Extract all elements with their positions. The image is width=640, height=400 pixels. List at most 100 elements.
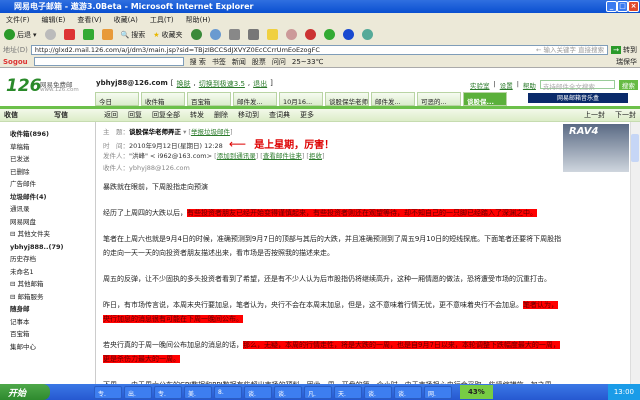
skin-link[interactable]: 换肤 xyxy=(177,79,191,89)
tab-item[interactable]: 邮件发... xyxy=(233,92,277,106)
action-button[interactable]: 写信 xyxy=(54,110,94,120)
note-icon[interactable] xyxy=(266,29,278,40)
forward-icon[interactable] xyxy=(44,29,56,40)
reject-link[interactable]: 拒收 xyxy=(309,152,322,160)
mail-logo[interactable]: 126 xyxy=(6,76,42,96)
stocks-button[interactable]: 股票 xyxy=(252,57,266,67)
taskbar-item[interactable]: 谈. xyxy=(244,385,272,399)
tab-item[interactable]: 今日 xyxy=(95,92,139,106)
car-ad[interactable]: RAV4 xyxy=(563,124,629,172)
tab-item[interactable]: 谈股保华老师... xyxy=(325,92,369,106)
search-button[interactable]: 🔍 搜索 xyxy=(121,30,146,40)
address-input[interactable]: http://glxd2.mail.126.com/a/j/dm3/main.j… xyxy=(30,45,609,55)
menu-item[interactable]: 编辑(E) xyxy=(42,15,66,24)
tab-item[interactable]: 10月16... xyxy=(279,92,323,106)
taskbar-item[interactable]: 8. xyxy=(214,385,242,399)
sidebar-item[interactable]: 随身邮 xyxy=(10,303,95,316)
back-button[interactable]: 后退 ▾ xyxy=(4,29,37,40)
sidebar-item[interactable]: 网易网盘 xyxy=(10,216,95,229)
refresh-icon[interactable] xyxy=(82,29,94,40)
taskbar-item[interactable]: 专. xyxy=(154,385,182,399)
taskbar-item[interactable]: 天. xyxy=(334,385,362,399)
tab-item[interactable]: 收件箱 xyxy=(141,92,185,106)
plugin-icon[interactable] xyxy=(304,29,316,40)
sidebar-item[interactable]: 记事本 xyxy=(10,316,95,329)
stop-icon[interactable] xyxy=(63,29,75,40)
sidebar-item[interactable]: 草稿箱 xyxy=(10,141,95,154)
view-history-link[interactable]: 查看邮件往来 xyxy=(263,152,302,160)
tab-item[interactable]: 可恶的... xyxy=(417,92,461,106)
sidebar-item[interactable]: 历史存档 xyxy=(10,253,95,266)
start-button[interactable]: 开始 xyxy=(0,384,50,400)
bookmarks-button[interactable]: 书签 xyxy=(212,57,226,67)
taskbar-item[interactable]: 网. xyxy=(424,385,452,399)
taskbar-item[interactable]: 谈. xyxy=(364,385,392,399)
sidebar-item[interactable]: 垃圾邮件(4) xyxy=(10,191,95,204)
sidebar-item[interactable]: ybhyj888..(79) xyxy=(10,241,95,254)
menu-item[interactable]: 收藏(A) xyxy=(114,15,138,24)
music-box[interactable]: 网易邮箱音乐盒 xyxy=(528,93,628,103)
messenger-icon[interactable] xyxy=(361,29,373,40)
bluetooth-icon[interactable] xyxy=(342,29,354,40)
ask-button[interactable]: 问问 xyxy=(272,57,286,67)
home-icon[interactable] xyxy=(101,29,113,40)
favorites-button[interactable]: ★ 收藏夹 xyxy=(153,30,182,40)
research-icon[interactable] xyxy=(285,29,297,40)
lab-link[interactable]: 实验室 xyxy=(470,80,490,90)
sidebar-item[interactable]: 百宝箱 xyxy=(10,328,95,341)
tab-item[interactable]: 百宝箱 xyxy=(187,92,231,106)
settings-link[interactable]: 设置 xyxy=(500,80,513,90)
taskbar-item[interactable]: 谈. xyxy=(394,385,422,399)
menu-item[interactable]: 帮助(H) xyxy=(186,15,211,24)
go-button[interactable]: → 转到 xyxy=(611,45,637,55)
menu-item[interactable]: 工具(T) xyxy=(150,15,174,24)
logout-link[interactable]: 退出 xyxy=(253,79,267,89)
sidebar-item[interactable]: 已删除 xyxy=(10,166,95,179)
action-button[interactable]: 回复 xyxy=(128,110,142,120)
action-button[interactable]: 返回 xyxy=(104,110,118,120)
maximize-button[interactable]: □ xyxy=(617,1,628,12)
taskbar-item[interactable]: 专. xyxy=(94,385,122,399)
action-button[interactable]: 回复全部 xyxy=(152,110,180,120)
mail-search-button[interactable]: 搜索 xyxy=(618,80,638,90)
action-button[interactable]: 转发 xyxy=(190,110,204,120)
add-contact-link[interactable]: 添加到通讯录 xyxy=(217,152,256,160)
action-button[interactable]: 移动到 xyxy=(238,110,259,120)
taskbar-item[interactable]: 凡. xyxy=(304,385,332,399)
mail-icon[interactable] xyxy=(209,29,221,40)
action-button[interactable]: 查词典 xyxy=(269,110,290,120)
prev-button[interactable]: 上一封 xyxy=(584,110,605,120)
taskbar-item[interactable]: 美. xyxy=(184,385,212,399)
sidebar-item[interactable]: ⊟ 其他文件夹 xyxy=(10,228,95,241)
scrollbar-thumb[interactable] xyxy=(631,134,639,162)
menu-item[interactable]: 查看(V) xyxy=(77,15,101,24)
sidebar-item[interactable]: ⊟ 其他邮箱 xyxy=(10,278,95,291)
tab-item[interactable]: 谈股保... xyxy=(463,92,507,106)
mail-search-input[interactable]: 支持邮件全文搜索 xyxy=(539,80,615,91)
taskbar-item[interactable]: 出. xyxy=(124,385,152,399)
tab-item[interactable]: 邮件发... xyxy=(371,92,415,106)
report-spam-link[interactable]: 举报垃圾邮件 xyxy=(191,128,230,136)
help-link[interactable]: 帮助 xyxy=(523,80,536,90)
sidebar-item[interactable]: 集邮中心 xyxy=(10,341,95,354)
weather-button[interactable]: 25~33℃ xyxy=(292,58,324,66)
next-button[interactable]: 下一封 xyxy=(615,110,636,120)
sidebar-item[interactable]: 通讯录 xyxy=(10,203,95,216)
news-button[interactable]: 新闻 xyxy=(232,57,246,67)
minimize-button[interactable]: _ xyxy=(606,1,617,12)
sidebar-item[interactable]: 未命名1 xyxy=(10,266,95,279)
action-button[interactable]: 删除 xyxy=(214,110,228,120)
close-button[interactable]: × xyxy=(628,1,639,12)
taskbar-item[interactable]: 谈. xyxy=(274,385,302,399)
sidebar-item[interactable]: 已发送 xyxy=(10,153,95,166)
toolbar-search-button[interactable]: 搜 索 xyxy=(190,57,206,67)
edit-icon[interactable] xyxy=(247,29,259,40)
sidebar-item[interactable]: ⊟ 邮箱服务 xyxy=(10,291,95,304)
skype-icon[interactable] xyxy=(323,29,335,40)
menu-item[interactable]: 文件(F) xyxy=(6,15,30,24)
action-button[interactable]: 更多 xyxy=(300,110,314,120)
sidebar-item[interactable]: 收件箱(896) xyxy=(10,128,95,141)
switch-version-link[interactable]: 切换到极速3.5 xyxy=(199,79,245,89)
security-button[interactable]: 瑞保华 xyxy=(616,57,637,67)
sidebar-item[interactable]: 广告邮件 xyxy=(10,178,95,191)
